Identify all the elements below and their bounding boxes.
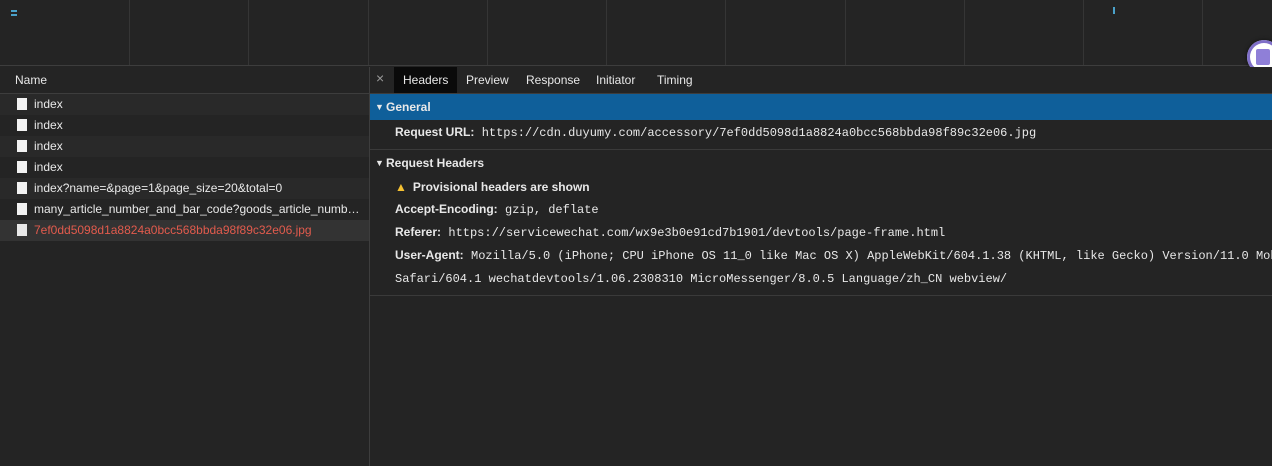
grid-line	[1202, 0, 1203, 65]
request-name: index	[34, 160, 63, 174]
file-icon	[17, 203, 27, 215]
grid-line	[845, 0, 846, 65]
provisional-warning: ▲ Provisional headers are shown	[370, 176, 1272, 198]
header-row: Referer: https://servicewechat.com/wx9e3…	[370, 221, 1272, 244]
request-row[interactable]: index	[0, 157, 369, 178]
warning-icon: ▲	[395, 180, 407, 194]
request-list: Name index index index index index?name=…	[0, 67, 370, 466]
request-row[interactable]: index	[0, 115, 369, 136]
request-name: many_article_number_and_bar_code?goods_a…	[34, 202, 365, 216]
file-icon	[17, 182, 27, 194]
grid-line	[248, 0, 249, 65]
close-icon[interactable]: ×	[376, 70, 384, 86]
provisional-text: Provisional headers are shown	[412, 180, 590, 194]
general-title: General	[386, 100, 431, 114]
request-name: index	[34, 139, 63, 153]
header-value: Mozilla/5.0 (iPhone; CPU iPhone OS 11_0 …	[471, 249, 1272, 263]
name-column-header[interactable]: Name	[0, 67, 369, 94]
header-key: Referer:	[395, 225, 442, 239]
request-headers-section-body: ▲ Provisional headers are shown Accept-En…	[370, 176, 1272, 296]
header-row: User-Agent: Mozilla/5.0 (iPhone; CPU iPh…	[370, 244, 1272, 267]
general-section-body: Request URL: https://cdn.duyumy.com/acce…	[370, 120, 1272, 150]
request-name: index?name=&page=1&page_size=20&total=0	[34, 181, 283, 195]
request-headers-section-header[interactable]: ▼ Request Headers	[370, 150, 1272, 176]
file-icon	[17, 98, 27, 110]
timeline-bar	[1113, 7, 1115, 14]
request-row[interactable]: index	[0, 94, 369, 115]
file-icon	[17, 224, 27, 236]
header-key: User-Agent:	[395, 248, 464, 262]
grid-line	[129, 0, 130, 65]
tab-headers[interactable]: Headers	[394, 67, 458, 93]
header-value: gzip, deflate	[505, 203, 599, 217]
tab-preview[interactable]: Preview	[457, 67, 518, 93]
header-value: Safari/604.1 wechatdevtools/1.06.2308310…	[395, 272, 1008, 286]
network-overview[interactable]	[0, 0, 1272, 74]
triangle-down-icon: ▼	[375, 102, 384, 112]
request-row[interactable]: many_article_number_and_bar_code?goods_a…	[0, 199, 369, 220]
header-key: Request URL:	[395, 125, 475, 139]
tab-timing[interactable]: Timing	[648, 67, 702, 93]
header-row: Accept-Encoding: gzip, deflate	[370, 198, 1272, 221]
timeline-bar	[11, 14, 17, 16]
request-row-selected[interactable]: 7ef0dd5098d1a8824a0bcc568bbda98f89c32e06…	[0, 220, 369, 241]
tab-response[interactable]: Response	[517, 67, 589, 93]
header-row: Request URL: https://cdn.duyumy.com/acce…	[370, 120, 1272, 144]
header-value: https://cdn.duyumy.com/accessory/7ef0dd5…	[481, 126, 1037, 140]
grid-line	[368, 0, 369, 65]
timeline-bar	[11, 10, 17, 12]
tab-initiator[interactable]: Initiator	[587, 67, 644, 93]
header-key: Accept-Encoding:	[395, 202, 498, 216]
request-name: 7ef0dd5098d1a8824a0bcc568bbda98f89c32e06…	[34, 223, 312, 237]
request-headers-title: Request Headers	[386, 156, 485, 170]
details-tabbar: × Headers Preview Response Initiator Tim…	[370, 67, 1272, 94]
request-row[interactable]: index	[0, 136, 369, 157]
grid-line	[606, 0, 607, 65]
header-value: https://servicewechat.com/wx9e3b0e91cd7b…	[448, 226, 946, 240]
grid-line	[725, 0, 726, 65]
file-icon	[17, 140, 27, 152]
grid-line	[487, 0, 488, 65]
file-icon	[17, 161, 27, 173]
general-section-header[interactable]: ▼ General	[370, 94, 1272, 120]
request-details-panel: × Headers Preview Response Initiator Tim…	[370, 67, 1272, 466]
triangle-down-icon: ▼	[375, 158, 384, 168]
request-name: index	[34, 97, 63, 111]
grid-line	[1083, 0, 1084, 65]
header-row-continuation: Safari/604.1 wechatdevtools/1.06.2308310…	[370, 267, 1272, 290]
request-name: index	[34, 118, 63, 132]
file-icon	[17, 119, 27, 131]
grid-line	[964, 0, 965, 65]
request-row[interactable]: index?name=&page=1&page_size=20&total=0	[0, 178, 369, 199]
